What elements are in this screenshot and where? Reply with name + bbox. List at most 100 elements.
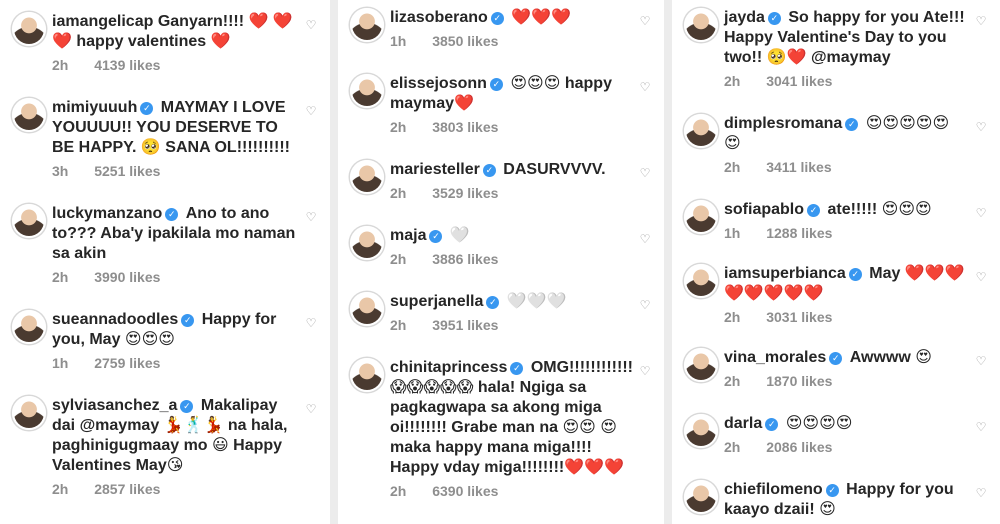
timestamp[interactable]: 1h <box>52 355 68 371</box>
heart-outline-icon[interactable]: ♡ <box>974 14 988 28</box>
timestamp[interactable]: 1h <box>724 225 740 241</box>
comments-screenshot-collage: iamangelicap Ganyarn!!!! ❤️ ❤️❤️ happy v… <box>0 0 1000 524</box>
likes-count[interactable]: 3886 likes <box>432 251 498 267</box>
username[interactable]: darla <box>724 415 762 432</box>
heart-outline-icon[interactable]: ♡ <box>638 232 652 246</box>
avatar[interactable] <box>684 200 718 234</box>
heart-outline-icon[interactable]: ♡ <box>304 210 318 224</box>
avatar[interactable] <box>12 98 46 132</box>
username[interactable]: chinitaprincess <box>390 359 507 376</box>
timestamp[interactable]: 2h <box>390 483 406 499</box>
username[interactable]: superjanella <box>390 293 483 310</box>
likes-count[interactable]: 2086 likes <box>766 439 832 455</box>
heart-outline-icon[interactable]: ♡ <box>638 14 652 28</box>
timestamp[interactable]: 1h <box>390 33 406 49</box>
avatar[interactable] <box>12 204 46 238</box>
heart-outline-icon[interactable]: ♡ <box>974 354 988 368</box>
avatar[interactable] <box>684 114 718 148</box>
verified-badge-icon: ✓ <box>482 164 496 177</box>
username[interactable]: sueannadoodles <box>52 311 178 328</box>
heart-outline-icon[interactable]: ♡ <box>638 298 652 312</box>
heart-outline-icon[interactable]: ♡ <box>974 420 988 434</box>
username[interactable]: dimplesromana <box>724 115 842 132</box>
likes-count[interactable]: 2857 likes <box>94 481 160 497</box>
likes-count[interactable]: 6390 likes <box>432 483 498 499</box>
avatar[interactable] <box>12 12 46 46</box>
timestamp[interactable]: 2h <box>390 317 406 333</box>
heart-outline-icon[interactable]: ♡ <box>304 402 318 416</box>
username[interactable]: mariesteller <box>390 161 480 178</box>
heart-outline-icon[interactable]: ♡ <box>638 80 652 94</box>
likes-count[interactable]: 3041 likes <box>766 73 832 89</box>
avatar-image <box>14 398 44 428</box>
avatar[interactable] <box>350 160 384 194</box>
avatar[interactable] <box>684 264 718 298</box>
likes-count[interactable]: 3990 likes <box>94 269 160 285</box>
avatar[interactable] <box>350 226 384 260</box>
timestamp[interactable]: 2h <box>724 309 740 325</box>
likes-count[interactable]: 5251 likes <box>94 163 160 179</box>
username[interactable]: maja <box>390 227 426 244</box>
timestamp[interactable]: 2h <box>390 185 406 201</box>
username[interactable]: sylviasanchez_a <box>52 397 177 414</box>
username[interactable]: iamangelicap <box>52 13 153 30</box>
username[interactable]: iamsuperbianca <box>724 265 846 282</box>
username[interactable]: vina_morales <box>724 349 826 366</box>
timestamp[interactable]: 2h <box>724 73 740 89</box>
timestamp[interactable]: 3h <box>52 163 68 179</box>
likes-count[interactable]: 3951 likes <box>432 317 498 333</box>
comment-text: ate!!!!! 😍😍😍 <box>827 201 932 218</box>
verified-badge-icon: ✓ <box>181 314 195 327</box>
heart-outline-icon[interactable]: ♡ <box>974 486 988 500</box>
likes-count[interactable]: 3850 likes <box>432 33 498 49</box>
username[interactable]: elissejosonn <box>390 75 487 92</box>
username[interactable]: luckymanzano <box>52 205 162 222</box>
timestamp[interactable]: 2h <box>724 373 740 389</box>
likes-count[interactable]: 1288 likes <box>766 225 832 241</box>
username[interactable]: mimiyuuuh <box>52 99 137 116</box>
likes-count[interactable]: 3803 likes <box>432 119 498 135</box>
heart-outline-icon[interactable]: ♡ <box>974 206 988 220</box>
comment-body: luckymanzano ✓ Ano to ano to??? Aba'y ipa… <box>52 204 300 286</box>
username[interactable]: chiefilomeno <box>724 481 823 498</box>
avatar[interactable] <box>350 74 384 108</box>
likes-count[interactable]: 4139 likes <box>94 57 160 73</box>
username[interactable]: jayda <box>724 9 765 26</box>
username[interactable]: lizasoberano <box>390 9 488 26</box>
comment-body: iamangelicap Ganyarn!!!! ❤️ ❤️❤️ happy v… <box>52 12 300 74</box>
comment-text: OMG!!!!!!!!!!!! 😱😱😱😱😱 hala! Ngiga sa pag… <box>390 359 633 476</box>
heart-outline-icon[interactable]: ♡ <box>974 120 988 134</box>
heart-outline-icon[interactable]: ♡ <box>304 104 318 118</box>
avatar[interactable] <box>12 310 46 344</box>
avatar[interactable] <box>684 480 718 514</box>
comment-body: superjanella ✓ 🤍🤍🤍 2h 3951 likes <box>390 292 634 334</box>
timestamp[interactable]: 2h <box>390 251 406 267</box>
likes-count[interactable]: 1870 likes <box>766 373 832 389</box>
avatar[interactable] <box>684 348 718 382</box>
comment-text: Awwww 😍 <box>849 349 932 366</box>
avatar[interactable] <box>684 8 718 42</box>
timestamp[interactable]: 2h <box>52 57 68 73</box>
username[interactable]: sofiapablo <box>724 201 804 218</box>
timestamp[interactable]: 2h <box>724 439 740 455</box>
likes-count[interactable]: 2759 likes <box>94 355 160 371</box>
avatar[interactable] <box>350 358 384 392</box>
avatar[interactable] <box>350 292 384 326</box>
heart-outline-icon[interactable]: ♡ <box>304 316 318 330</box>
avatar[interactable] <box>684 414 718 448</box>
avatar-image <box>352 76 382 106</box>
timestamp[interactable]: 2h <box>724 159 740 175</box>
timestamp[interactable]: 2h <box>52 269 68 285</box>
heart-outline-icon[interactable]: ♡ <box>638 364 652 378</box>
heart-outline-icon[interactable]: ♡ <box>638 166 652 180</box>
timestamp[interactable]: 2h <box>52 481 68 497</box>
likes-count[interactable]: 3411 likes <box>766 159 831 175</box>
timestamp[interactable]: 2h <box>390 119 406 135</box>
avatar[interactable] <box>12 396 46 430</box>
heart-outline-icon[interactable]: ♡ <box>974 270 988 284</box>
likes-count[interactable]: 3031 likes <box>766 309 832 325</box>
avatar[interactable] <box>350 8 384 42</box>
heart-outline-icon[interactable]: ♡ <box>304 18 318 32</box>
avatar-image <box>686 116 716 146</box>
likes-count[interactable]: 3529 likes <box>432 185 498 201</box>
